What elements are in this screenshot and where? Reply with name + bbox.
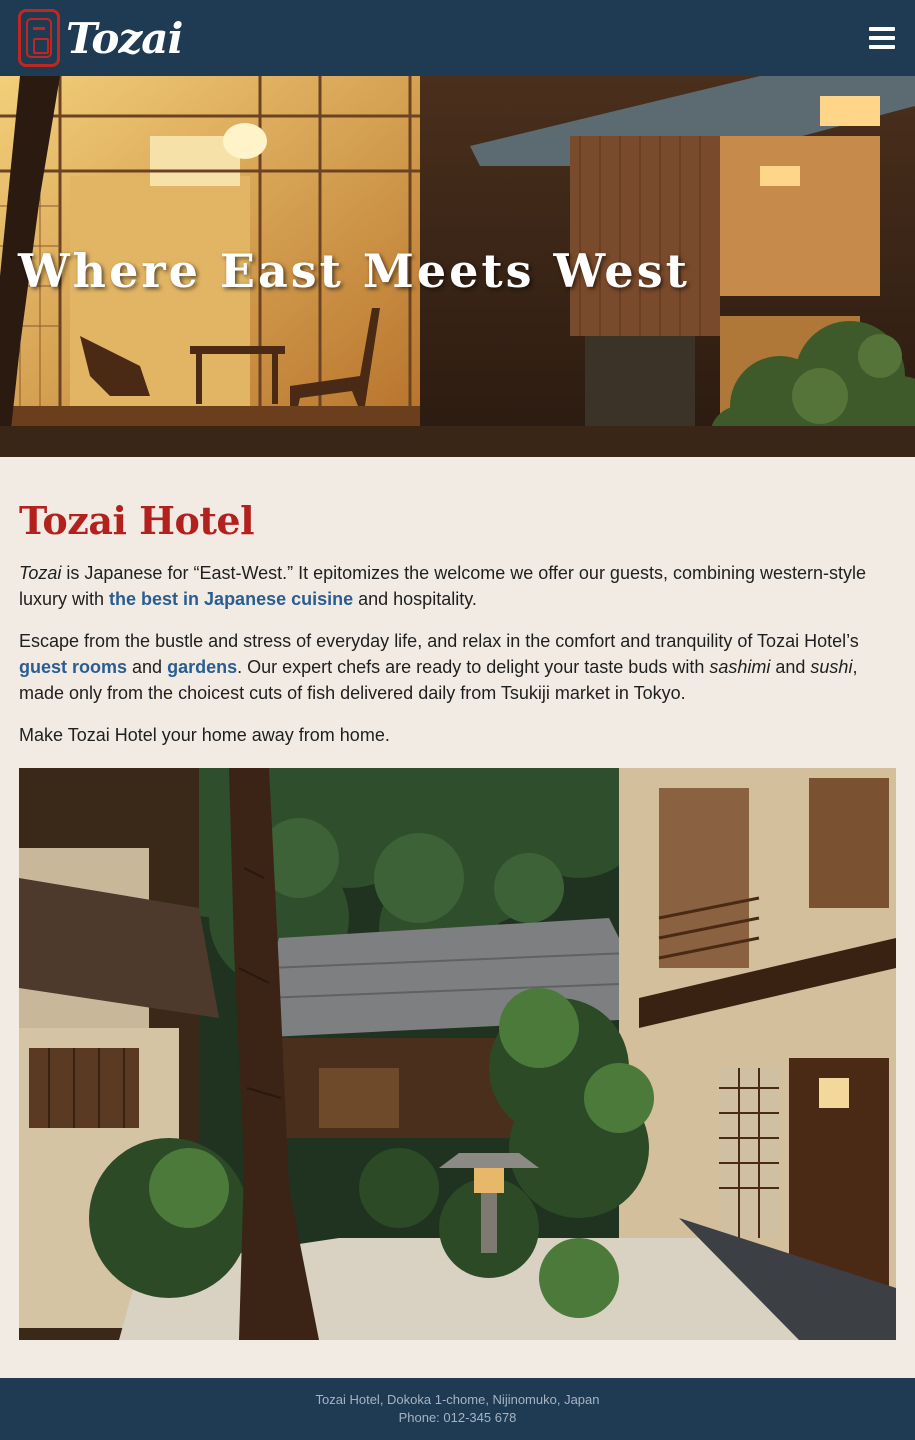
- escape-text-2: and: [127, 657, 168, 677]
- escape-text-4: and: [770, 657, 811, 677]
- japanese-cuisine-link[interactable]: the best in Japanese cuisine: [109, 589, 353, 609]
- tozai-emphasis: Tozai: [19, 563, 62, 583]
- logo-text: Tozai: [66, 13, 183, 63]
- gardens-link[interactable]: gardens: [167, 657, 237, 677]
- intro-paragraph: Tozai is Japanese for “East-West.” It ep…: [19, 560, 896, 612]
- sushi-emphasis: sushi: [810, 657, 853, 677]
- escape-text-3: . Our expert chefs are ready to delight …: [237, 657, 710, 677]
- escape-text-1: Escape from the bustle and stress of eve…: [19, 631, 859, 651]
- garden-image: [19, 768, 896, 1340]
- escape-paragraph: Escape from the bustle and stress of eve…: [19, 628, 896, 706]
- main-content: Tozai Hotel Tozai is Japanese for “East-…: [19, 457, 896, 748]
- intro-text-2: and hospitality.: [353, 589, 477, 609]
- hero-banner: Where East Meets West: [0, 76, 915, 457]
- logo[interactable]: Tozai: [18, 9, 183, 67]
- top-navbar: Tozai: [0, 0, 915, 76]
- guest-rooms-link[interactable]: guest rooms: [19, 657, 127, 677]
- seal-icon: [18, 9, 60, 67]
- footer: Tozai Hotel, Dokoka 1-chome, Nijinomuko,…: [0, 1378, 915, 1440]
- footer-address: Tozai Hotel, Dokoka 1-chome, Nijinomuko,…: [315, 1392, 600, 1407]
- sashimi-emphasis: sashimi: [709, 657, 771, 677]
- footer-phone: Phone: 012-345 678: [398, 1410, 517, 1425]
- page-title: Tozai Hotel: [19, 498, 255, 543]
- home-paragraph: Make Tozai Hotel your home away from hom…: [19, 725, 390, 745]
- hamburger-menu-icon[interactable]: [869, 27, 895, 49]
- hero-title: Where East Meets West: [18, 244, 690, 298]
